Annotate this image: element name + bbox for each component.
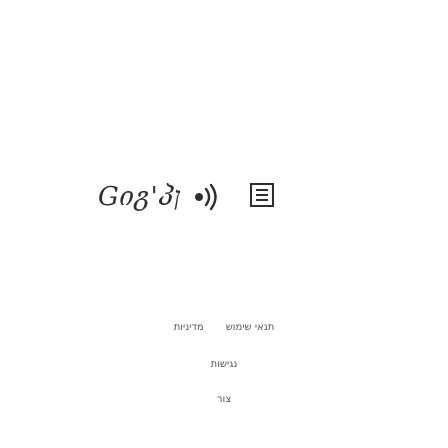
menu-button[interactable] <box>250 183 274 207</box>
menu-line <box>256 199 268 201</box>
sound-waves-icon <box>195 183 217 211</box>
menu-line <box>256 194 268 196</box>
menu-line <box>256 189 268 191</box>
logo-text: Gიგ'პן <box>98 182 182 212</box>
footer-links: תנאי שימוש מדיניות נגישות צור <box>0 322 448 405</box>
site-logo[interactable]: Gიგ'პן <box>98 180 225 214</box>
footer-row-legal: תנאי שימוש מדיניות <box>0 322 448 333</box>
footer-row-contact: צור <box>0 394 448 405</box>
policy-link[interactable]: מדיניות <box>174 322 204 333</box>
accessibility-link[interactable]: נגישות <box>211 359 238 370</box>
contact-link[interactable]: צור <box>217 394 231 405</box>
terms-of-use-link[interactable]: תנאי שימוש <box>226 322 275 333</box>
footer-row-accessibility: נגישות <box>0 359 448 370</box>
